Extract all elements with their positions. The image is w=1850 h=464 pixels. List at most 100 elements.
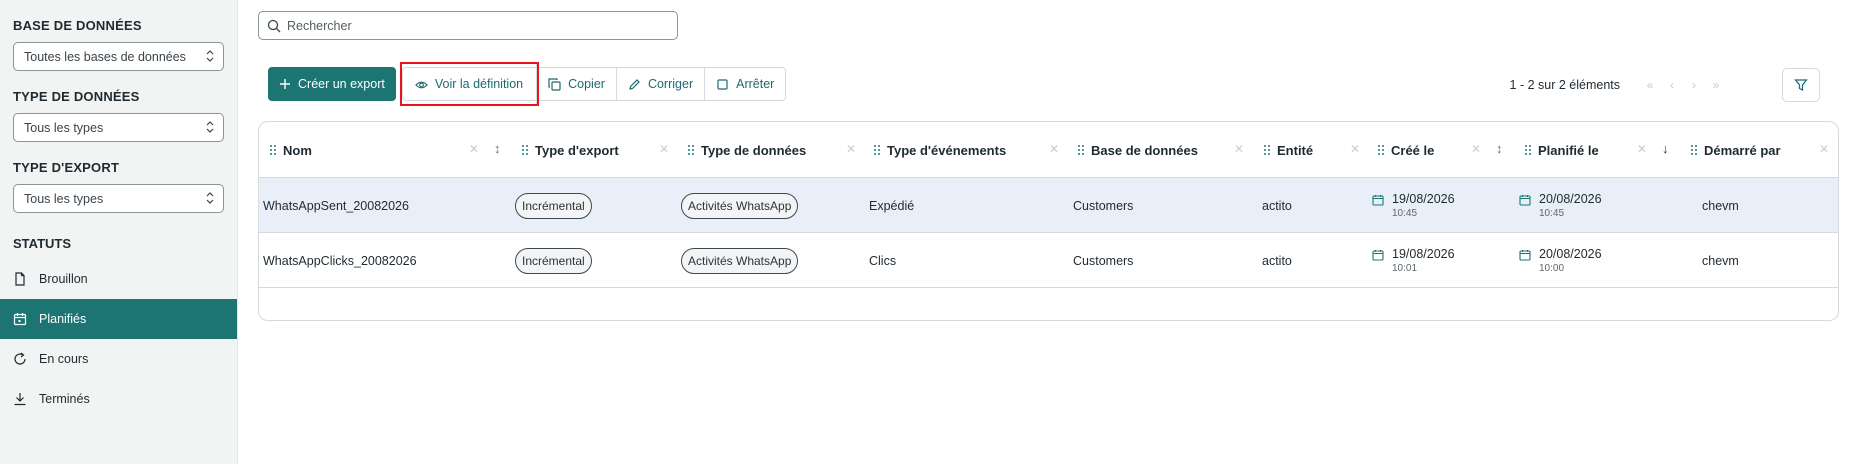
file-icon [13,272,27,286]
status-item-en-cours[interactable]: En cours [0,339,237,379]
drag-handle-icon[interactable] [1077,144,1085,156]
pagination-summary: 1 - 2 sur 2 éléments [1509,78,1620,92]
sort-icon[interactable]: ↕ [494,141,501,156]
filter-icon [1794,79,1808,91]
drag-handle-icon[interactable] [521,144,529,156]
stop-icon [716,78,729,91]
filter-export-type: TYPE D'EXPORT Tous les types [0,160,237,213]
main-content: Créer un export Voir la définition Copie… [238,0,1850,464]
cell-base: Customers [1073,198,1134,213]
eye-icon [414,78,428,91]
clear-column-icon[interactable]: ✕ [1637,142,1647,156]
calendar-icon [13,312,27,326]
table-row[interactable]: WhatsAppClicks_20082026 Incrémental Acti… [259,233,1838,288]
last-page-icon[interactable]: » [1706,78,1728,92]
filter-data-type-title: TYPE DE DONNÉES [13,89,140,104]
action-button-group: Voir la définition Copier Corriger Arrêt… [399,62,787,106]
col-header-type-donnees[interactable]: Type de données [687,122,806,178]
col-header-entite[interactable]: Entité [1263,122,1313,178]
clear-column-icon[interactable]: ✕ [1471,142,1481,156]
drag-handle-icon[interactable] [687,144,695,156]
drag-handle-icon[interactable] [1690,144,1698,156]
clear-column-icon[interactable]: ✕ [1234,142,1244,156]
statuts-title: STATUTS [13,236,72,251]
cell-type-evenements: Expédié [869,198,915,213]
filter-data-type: TYPE DE DONNÉES Tous les types [0,89,237,142]
clear-column-icon[interactable]: ✕ [1049,142,1059,156]
filter-button[interactable] [1782,68,1820,102]
filter-database: BASE DE DONNÉES Toutes les bases de donn… [0,18,237,71]
cell-demarre-par: chevm [1702,253,1739,268]
export-type-pill: Incrémental [515,247,592,274]
search-input[interactable] [287,18,667,33]
select-caret-icon [206,50,214,62]
col-header-base-donnees[interactable]: Base de données [1077,122,1198,178]
col-header-cree-le[interactable]: Créé le [1377,122,1434,178]
col-header-planifie-le[interactable]: Planifié le [1524,122,1599,178]
status-item-termines[interactable]: Terminés [0,379,237,419]
select-caret-icon [206,192,214,204]
drag-handle-icon[interactable] [1263,144,1271,156]
cell-entite: actito [1262,198,1292,213]
created-date: 19/08/2026 10:45 [1372,191,1455,221]
export-type-select[interactable]: Tous les types [13,184,224,213]
clear-column-icon[interactable]: ✕ [659,142,669,156]
scheduled-date: 20/08/2026 10:45 [1519,191,1602,221]
sort-icon[interactable]: ↕ [1496,141,1503,156]
next-page-icon[interactable]: › [1684,78,1706,92]
created-date: 19/08/2026 10:01 [1372,246,1455,276]
plus-icon [279,78,291,90]
filter-export-type-title: TYPE D'EXPORT [13,160,120,175]
col-header-type-evenements[interactable]: Type d'événements [873,122,1006,178]
drag-handle-icon[interactable] [1377,144,1385,156]
cell-entite: actito [1262,253,1292,268]
view-definition-button[interactable]: Voir la définition [399,62,540,106]
sort-desc-icon[interactable]: ↓ [1662,141,1669,156]
fix-button[interactable]: Corriger [617,68,706,100]
col-header-type-export[interactable]: Type d'export [521,122,619,178]
calendar-icon [1372,249,1384,261]
col-header-demarre-par[interactable]: Démarré par [1690,122,1781,178]
create-export-button[interactable]: Créer un export [268,67,396,101]
search-icon [267,19,281,32]
clear-column-icon[interactable]: ✕ [846,142,856,156]
download-icon [13,392,27,406]
status-item-brouillon[interactable]: Brouillon [0,259,237,299]
copy-button[interactable]: Copier [537,68,617,100]
scheduled-date: 20/08/2026 10:00 [1519,246,1602,276]
exports-table: Nom ✕ ↕ Type d'export ✕ Type de données ✕… [258,121,1839,321]
cell-nom: WhatsAppClicks_20082026 [263,253,417,268]
cell-base: Customers [1073,253,1134,268]
pagination: 1 - 2 sur 2 éléments « ‹ › » [1510,78,1728,92]
filter-database-title: BASE DE DONNÉES [13,18,142,33]
select-caret-icon [206,121,214,133]
status-item-planifies[interactable]: Planifiés [0,299,237,339]
search-box[interactable] [258,11,678,40]
prev-page-icon[interactable]: ‹ [1662,78,1684,92]
toolbar: Créer un export Voir la définition Copie… [268,62,787,106]
sidebar: BASE DE DONNÉES Toutes les bases de donn… [0,0,238,464]
cell-demarre-par: chevm [1702,198,1739,213]
cell-type-evenements: Clics [869,253,897,268]
export-type-pill: Incrémental [515,192,592,219]
clear-column-icon[interactable]: ✕ [469,142,479,156]
refresh-icon [13,352,27,366]
database-select[interactable]: Toutes les bases de données [13,42,224,71]
clear-column-icon[interactable]: ✕ [1819,142,1829,156]
data-type-pill: Activités WhatsApp [681,247,799,274]
col-header-nom[interactable]: Nom [269,122,312,178]
first-page-icon[interactable]: « [1640,78,1662,92]
data-type-pill: Activités WhatsApp [681,192,799,219]
drag-handle-icon[interactable] [1524,144,1532,156]
stop-button[interactable]: Arrêter [705,68,785,100]
drag-handle-icon[interactable] [873,144,881,156]
cell-nom: WhatsAppSent_20082026 [263,198,409,213]
clear-column-icon[interactable]: ✕ [1350,142,1360,156]
drag-handle-icon[interactable] [269,144,277,156]
data-type-select[interactable]: Tous les types [13,113,224,142]
calendar-icon [1372,194,1384,206]
calendar-icon [1519,194,1531,206]
table-header: Nom ✕ ↕ Type d'export ✕ Type de données ✕… [259,122,1838,178]
table-row[interactable]: WhatsAppSent_20082026 Incrémental Activi… [259,178,1838,233]
copy-icon [548,77,561,91]
